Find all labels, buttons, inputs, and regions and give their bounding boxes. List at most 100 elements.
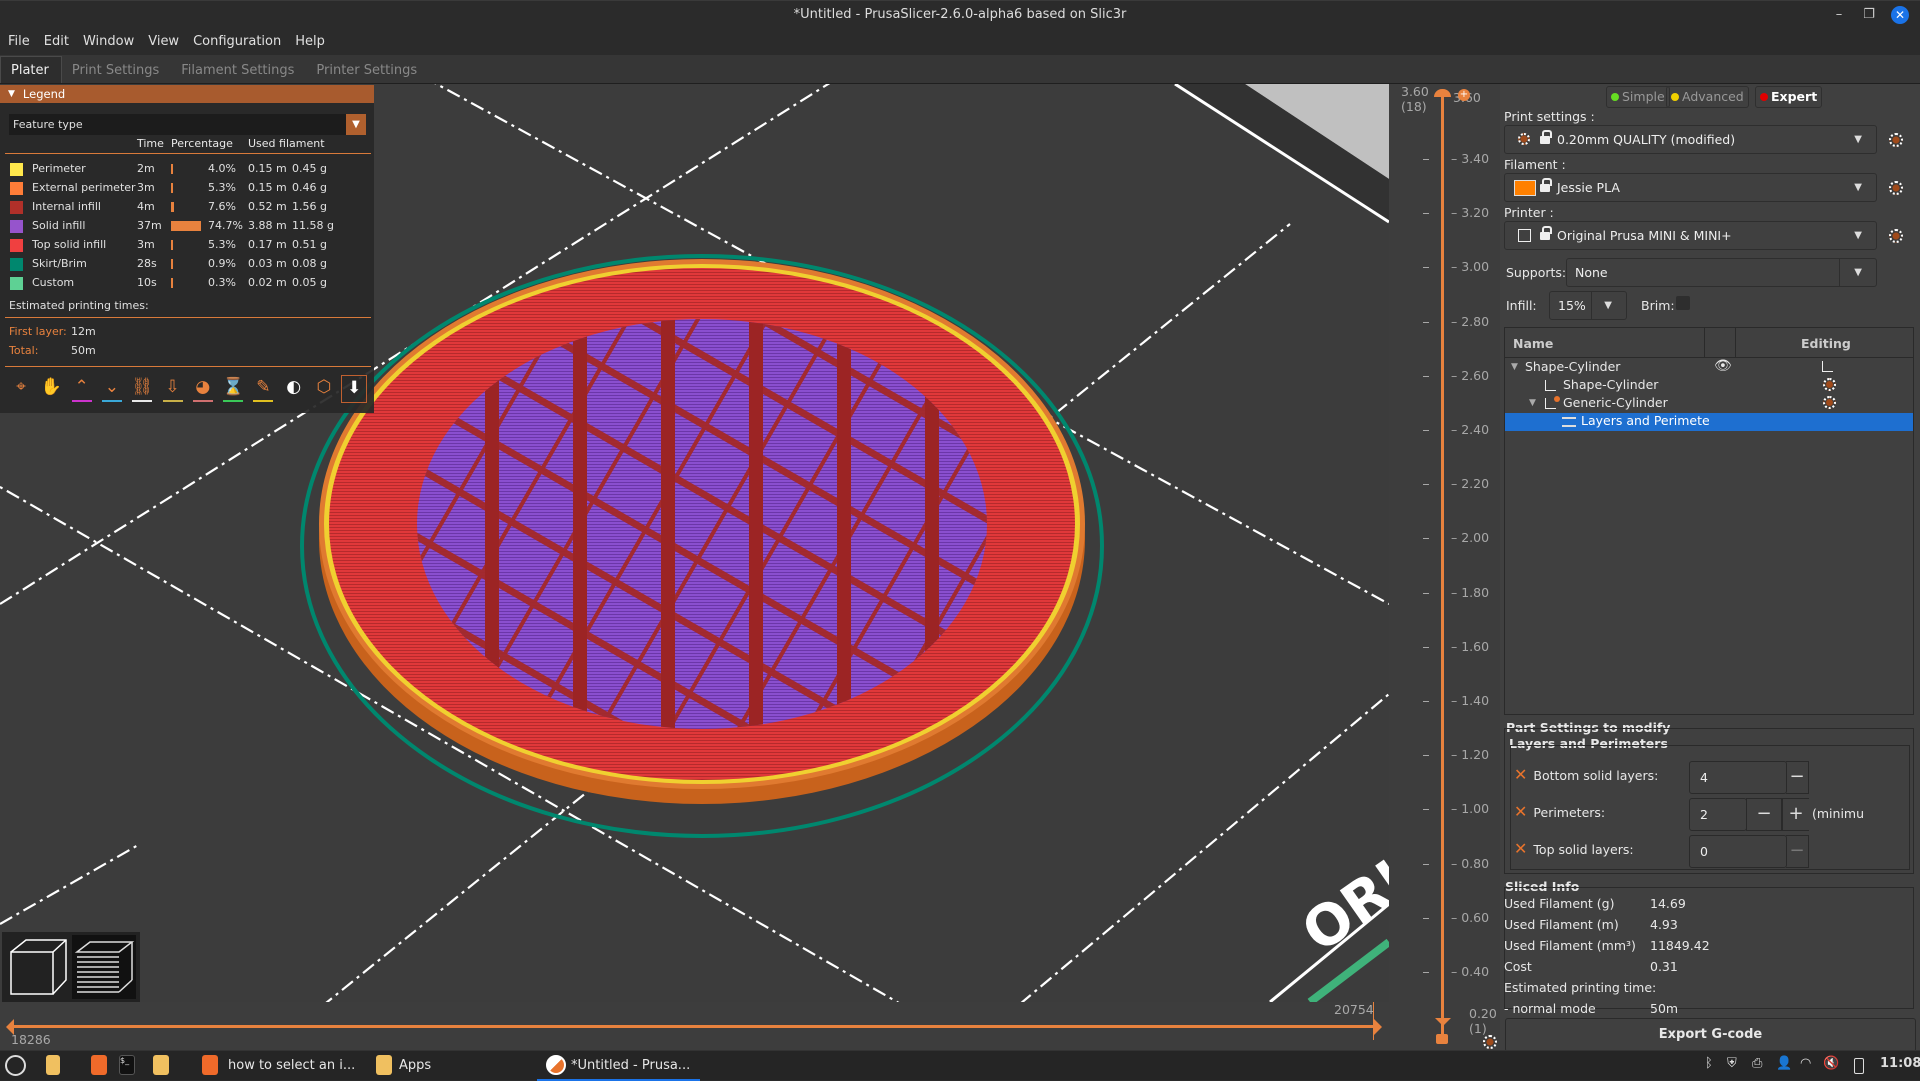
tick-label: – 1.60 (1451, 638, 1490, 654)
tick-label: – 2.80 (1451, 313, 1490, 329)
object-row[interactable]: ▼ Shape-Cylinder 👁 (1505, 358, 1913, 377)
taskbar-window-firefox[interactable]: how to select an i... (228, 1055, 355, 1077)
tab-plater[interactable]: Plater (0, 56, 62, 83)
eye-icon[interactable]: 👁 (1714, 358, 1732, 374)
legend-row[interactable]: Solid infill 37m 74.7% 3.88 m 11.58 g (0, 217, 370, 236)
wifi-icon[interactable]: ◠ (1800, 1056, 1811, 1071)
filament-color-swatch[interactable] (1514, 180, 1536, 196)
perimeters-input[interactable]: 2 (1689, 798, 1747, 831)
printer-combo[interactable]: Original Prusa MINI & MINI+ ▼ (1504, 221, 1877, 250)
bottom-thumb[interactable] (1435, 1018, 1451, 1026)
printer-tray-icon[interactable]: ⎙ (1752, 1056, 1762, 1071)
shells-icon[interactable]: ⬡ (311, 375, 337, 403)
seams-icon[interactable]: ⛓ (129, 375, 155, 403)
decrement-button[interactable]: − (1746, 798, 1782, 831)
deretractions-icon[interactable]: ⌄ (99, 375, 125, 403)
travel-icon[interactable]: ⌖ (8, 375, 34, 403)
infill-combo[interactable]: 15% ▼ (1549, 291, 1627, 320)
remove-setting-icon[interactable]: ✕ (1514, 802, 1527, 821)
brim-checkbox[interactable] (1676, 296, 1690, 310)
move-slider-track[interactable] (10, 1025, 1380, 1028)
bottom-solid-layers-input[interactable]: 4 (1689, 761, 1787, 794)
print-settings-gear-icon[interactable] (1889, 133, 1903, 147)
slider-settings-gear-icon[interactable] (1483, 1035, 1497, 1049)
tab-print-settings[interactable]: Print Settings (62, 57, 171, 83)
part-row[interactable]: Shape-Cylinder (1505, 377, 1913, 395)
close-button[interactable]: ✕ (1891, 6, 1909, 24)
top-thumb[interactable] (1434, 89, 1451, 97)
retractions-icon[interactable]: ⌃ (69, 375, 95, 403)
legend-row[interactable]: Internal infill 4m 7.6% 0.52 m 1.56 g (0, 198, 370, 217)
printer-gear-icon[interactable] (1889, 229, 1903, 243)
mode-simple-button[interactable]: Simple (1606, 86, 1670, 108)
object-list[interactable]: Name Editing ▼ Shape-Cylinder 👁 Shape-Cy… (1504, 327, 1914, 715)
folder-icon[interactable] (153, 1055, 169, 1075)
maximize-button[interactable]: ❐ (1860, 6, 1878, 24)
minimize-button[interactable]: – (1830, 6, 1848, 24)
legend-row[interactable]: Custom 10s 0.3% 0.02 m 0.05 g (0, 274, 370, 293)
center-of-gravity-icon[interactable]: ◐ (281, 375, 307, 403)
filament-combo[interactable]: Jessie PLA ▼ (1504, 173, 1877, 202)
taskbar-window-apps[interactable]: Apps (399, 1055, 431, 1077)
wipe-icon[interactable]: ✋ (38, 375, 64, 403)
tab-filament-settings[interactable]: Filament Settings (171, 57, 306, 83)
shield-icon[interactable]: ⛨ (1727, 1056, 1737, 1071)
legend-row[interactable]: Skirt/Brim 28s 0.9% 0.03 m 0.08 g (0, 255, 370, 274)
part-gear-icon[interactable] (1823, 378, 1836, 391)
remove-setting-icon[interactable]: ✕ (1514, 765, 1527, 784)
battery-icon[interactable] (1854, 1058, 1864, 1074)
custom-gcodes-icon[interactable]: ✎ (250, 375, 276, 403)
tool-changes-icon[interactable]: ⇩ (160, 375, 186, 403)
right-thumb[interactable] (1374, 1019, 1382, 1035)
expand-triangle-icon[interactable]: ▼ (1529, 398, 1536, 408)
menu-help[interactable]: Help (295, 34, 325, 49)
mode-advanced-button[interactable]: Advanced (1666, 86, 1749, 108)
sliced-info-row: Used Filament (m) 4.93 (1504, 917, 1678, 932)
clock[interactable]: 11:08 (1880, 1056, 1920, 1071)
legend-row[interactable]: Perimeter 2m 4.0% 0.15 m 0.45 g (0, 160, 370, 179)
user-icon[interactable]: 👤 (1776, 1056, 1792, 1071)
bluetooth-icon[interactable]: ᛒ (1705, 1056, 1713, 1071)
files-icon[interactable] (46, 1055, 60, 1075)
expand-triangle-icon[interactable]: ▼ (1511, 362, 1518, 372)
part-row[interactable]: ▼ Generic-Cylinder (1505, 395, 1913, 413)
top-solid-layers-input[interactable]: 0 (1689, 835, 1787, 868)
volume-muted-icon[interactable]: 🔇 (1823, 1056, 1839, 1071)
chevron-down-icon[interactable]: ▼ (346, 114, 366, 135)
export-gcode-button[interactable]: Export G-code (1505, 1018, 1916, 1052)
pause-prints-icon[interactable]: ⌛ (220, 375, 246, 403)
legend-row[interactable]: Top solid infill 3m 5.3% 0.17 m 0.51 g (0, 236, 370, 255)
tab-printer-settings[interactable]: Printer Settings (306, 57, 429, 83)
mint-menu-icon[interactable] (5, 1055, 26, 1076)
filament-gear-icon[interactable] (1889, 181, 1903, 195)
menu-file[interactable]: File (8, 34, 30, 49)
tool-marker-icon[interactable]: ⬇ (341, 375, 368, 403)
supports-combo[interactable]: None ▼ (1566, 258, 1877, 287)
terminal-icon[interactable]: $_ (119, 1055, 135, 1075)
unlock-icon[interactable] (1436, 1034, 1448, 1044)
remove-setting-icon[interactable]: ✕ (1514, 839, 1527, 858)
firefox-icon[interactable] (91, 1055, 107, 1075)
decrement-button[interactable]: − (1786, 835, 1809, 868)
menu-view[interactable]: View (148, 34, 179, 49)
view-type-select[interactable]: Feature type ▼ (9, 114, 366, 135)
taskbar-window-prusaslicer[interactable]: *Untitled - Prusa... (571, 1055, 690, 1077)
mode-expert-button[interactable]: Expert (1755, 86, 1823, 108)
legend-row[interactable]: External perimeter 3m 5.3% 0.15 m 0.46 g (0, 179, 370, 198)
increment-button[interactable]: + (1782, 798, 1809, 831)
menu-window[interactable]: Window (83, 34, 134, 49)
3d-view-icon[interactable] (10, 939, 67, 995)
add-color-change-icon[interactable]: + (1458, 89, 1470, 101)
settings-row-selected[interactable]: Layers and Perimete (1505, 413, 1913, 431)
decrement-button[interactable]: − (1786, 761, 1809, 794)
print-settings-combo[interactable]: 0.20mm QUALITY (modified) ▼ (1504, 125, 1877, 154)
layer-slider[interactable]: 3.60 (18) 3.60 + 0.20 (1) – 3.40– 3.20– … (1389, 84, 1500, 1050)
slider-track[interactable] (1441, 95, 1444, 1035)
object-settings-icon[interactable] (1822, 361, 1833, 372)
move-slider[interactable]: 18286 20754 (0, 1002, 1389, 1050)
menu-edit[interactable]: Edit (44, 34, 69, 49)
legend-header[interactable]: ▼ Legend (0, 85, 374, 103)
color-changes-icon[interactable]: ◕ (190, 375, 216, 403)
menu-configuration[interactable]: Configuration (193, 34, 281, 49)
part-gear-icon[interactable] (1823, 396, 1836, 409)
